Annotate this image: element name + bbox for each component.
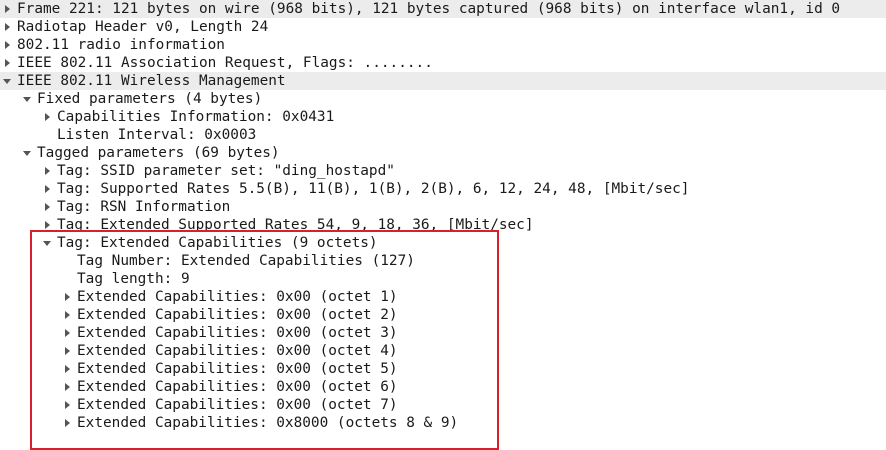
collapsed-arrow-icon[interactable] [62, 306, 72, 324]
collapsed-arrow-icon[interactable] [42, 162, 52, 180]
tree-row-label: Extended Capabilities: 0x00 (octet 2) [77, 307, 398, 323]
collapsed-arrow-icon[interactable] [2, 18, 12, 36]
expanded-arrow-icon[interactable] [2, 72, 12, 90]
tree-row-label: Extended Capabilities: 0x00 (octet 6) [77, 379, 398, 395]
collapsed-arrow-icon[interactable] [42, 198, 52, 216]
tree-row[interactable]: Extended Capabilities: 0x00 (octet 5) [0, 360, 886, 378]
collapsed-arrow-icon[interactable] [62, 360, 72, 378]
collapsed-arrow-icon[interactable] [42, 180, 52, 198]
expanded-arrow-icon[interactable] [22, 144, 32, 162]
tree-row[interactable]: Extended Capabilities: 0x00 (octet 7) [0, 396, 886, 414]
tree-row[interactable]: Frame 221: 121 bytes on wire (968 bits),… [0, 0, 886, 18]
tree-row-label: 802.11 radio information [17, 37, 225, 53]
tree-row-label: Extended Capabilities: 0x00 (octet 4) [77, 343, 398, 359]
tree-row-label: Tag Number: Extended Capabilities (127) [77, 253, 415, 269]
tree-row[interactable]: Tag: Extended Capabilities (9 octets) [0, 234, 886, 252]
collapsed-arrow-icon[interactable] [2, 54, 12, 72]
tree-row[interactable]: Capabilities Information: 0x0431 [0, 108, 886, 126]
expanded-arrow-icon[interactable] [22, 90, 32, 108]
collapsed-arrow-icon[interactable] [42, 108, 52, 126]
collapsed-arrow-icon[interactable] [62, 342, 72, 360]
tree-row[interactable]: Tag: Extended Supported Rates 54, 9, 18,… [0, 216, 886, 234]
tree-row-label: Radiotap Header v0, Length 24 [17, 19, 269, 35]
packet-details-tree: Frame 221: 121 bytes on wire (968 bits),… [0, 0, 886, 432]
tree-row[interactable]: IEEE 802.11 Association Request, Flags: … [0, 54, 886, 72]
tree-row[interactable]: Listen Interval: 0x0003 [0, 126, 886, 144]
collapsed-arrow-icon[interactable] [2, 0, 12, 18]
tree-row[interactable]: Extended Capabilities: 0x00 (octet 6) [0, 378, 886, 396]
tree-row-label: IEEE 802.11 Association Request, Flags: … [17, 55, 433, 71]
tree-row[interactable]: Tag: RSN Information [0, 198, 886, 216]
tree-row[interactable]: Fixed parameters (4 bytes) [0, 90, 886, 108]
tree-row[interactable]: Tag: SSID parameter set: "ding_hostapd" [0, 162, 886, 180]
tree-row-label: Capabilities Information: 0x0431 [57, 109, 335, 125]
tree-row[interactable]: Tag: Supported Rates 5.5(B), 11(B), 1(B)… [0, 180, 886, 198]
tree-row[interactable]: Extended Capabilities: 0x8000 (octets 8 … [0, 414, 886, 432]
tree-row[interactable]: Extended Capabilities: 0x00 (octet 2) [0, 306, 886, 324]
tree-row-label: Tag: RSN Information [57, 199, 231, 215]
tree-row-label: Extended Capabilities: 0x00 (octet 5) [77, 361, 398, 377]
collapsed-arrow-icon[interactable] [62, 414, 72, 432]
tree-row-label: Fixed parameters (4 bytes) [37, 91, 263, 107]
tree-row-label: Frame 221: 121 bytes on wire (968 bits),… [17, 1, 841, 17]
tree-row-label: Extended Capabilities: 0x00 (octet 1) [77, 289, 398, 305]
tree-row-label: Tagged parameters (69 bytes) [37, 145, 280, 161]
tree-row[interactable]: Radiotap Header v0, Length 24 [0, 18, 886, 36]
tree-row-label: Tag length: 9 [77, 271, 190, 287]
tree-row[interactable]: Tagged parameters (69 bytes) [0, 144, 886, 162]
tree-row-label: Tag: Supported Rates 5.5(B), 11(B), 1(B)… [57, 181, 690, 197]
tree-row[interactable]: Extended Capabilities: 0x00 (octet 4) [0, 342, 886, 360]
collapsed-arrow-icon[interactable] [42, 216, 52, 234]
tree-row-label: Extended Capabilities: 0x8000 (octets 8 … [77, 415, 459, 431]
collapsed-arrow-icon[interactable] [62, 378, 72, 396]
collapsed-arrow-icon[interactable] [62, 396, 72, 414]
expanded-arrow-icon[interactable] [42, 234, 52, 252]
tree-row-label: Extended Capabilities: 0x00 (octet 3) [77, 325, 398, 341]
collapsed-arrow-icon[interactable] [62, 288, 72, 306]
tree-row-label: Extended Capabilities: 0x00 (octet 7) [77, 397, 398, 413]
tree-row-label: Tag: Extended Capabilities (9 octets) [57, 235, 378, 251]
tree-row[interactable]: Tag length: 9 [0, 270, 886, 288]
collapsed-arrow-icon[interactable] [62, 324, 72, 342]
tree-row[interactable]: 802.11 radio information [0, 36, 886, 54]
tree-row[interactable]: Extended Capabilities: 0x00 (octet 3) [0, 324, 886, 342]
tree-row[interactable]: Tag Number: Extended Capabilities (127) [0, 252, 886, 270]
tree-row-label: Tag: Extended Supported Rates 54, 9, 18,… [57, 217, 534, 233]
collapsed-arrow-icon[interactable] [2, 36, 12, 54]
tree-row-label: Listen Interval: 0x0003 [57, 127, 257, 143]
tree-row-label: Tag: SSID parameter set: "ding_hostapd" [57, 163, 395, 179]
tree-row-label: IEEE 802.11 Wireless Management [17, 73, 286, 89]
tree-row[interactable]: Extended Capabilities: 0x00 (octet 1) [0, 288, 886, 306]
tree-row[interactable]: IEEE 802.11 Wireless Management [0, 72, 886, 90]
